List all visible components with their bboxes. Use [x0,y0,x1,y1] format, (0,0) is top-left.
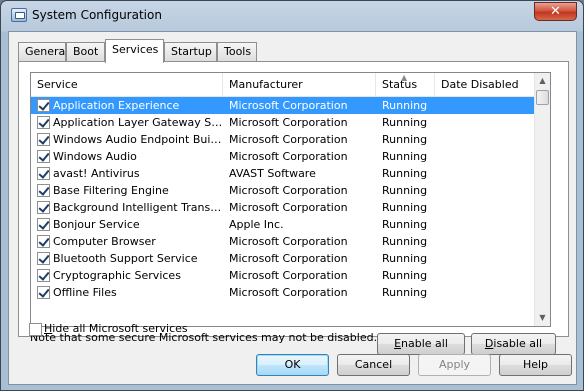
table-row[interactable]: Computer Browser Microsoft Corporation Run… [31,233,537,250]
title-bar[interactable]: System Configuration ✕ [1,1,583,31]
status-cell: Running [382,133,428,146]
service-checkbox[interactable] [37,184,50,197]
hide-microsoft-services-label: Hide all Microsoft services [44,321,188,337]
service-name-cell: avast! Antivirus [53,167,140,180]
scroll-up-icon[interactable]: ▲ [535,73,550,89]
service-checkbox[interactable] [37,116,50,129]
tab-general[interactable]: General [18,42,68,62]
table-row[interactable]: Application Layer Gateway Service Microso… [31,114,537,131]
service-name-cell: Application Experience [53,99,180,112]
close-button[interactable]: ✕ [534,2,577,21]
services-panel: Service Manufacturer ▲ Status Date Disabl… [18,61,569,355]
service-name-cell: Background Intelligent Transfer ... [53,201,223,214]
manufacturer-cell: Microsoft Corporation [229,252,348,265]
status-cell: Running [382,235,428,248]
table-row[interactable]: Application Experience Microsoft Corporat… [31,97,537,114]
column-header-date-disabled[interactable]: Date Disabled [435,73,537,97]
services-list[interactable]: Service Manufacturer ▲ Status Date Disabl… [30,72,551,327]
table-row[interactable]: Base Filtering Engine Microsoft Corporati… [31,182,537,199]
manufacturer-cell: Microsoft Corporation [229,99,348,112]
cancel-button[interactable]: Cancel [337,354,410,376]
ok-button[interactable]: OK [256,354,329,376]
table-row[interactable]: Background Intelligent Transfer ... Micro… [31,199,537,216]
manufacturer-cell: AVAST Software [229,167,316,180]
manufacturer-cell: Microsoft Corporation [229,150,348,163]
service-name-cell: Bonjour Service [53,218,140,231]
column-header-status-label: Status [382,78,418,91]
column-header-status[interactable]: ▲ Status [376,73,435,97]
table-row[interactable]: Bluetooth Support Service Microsoft Corpo… [31,250,537,267]
tab-tools[interactable]: Tools [217,42,257,62]
manufacturer-cell: Microsoft Corporation [229,184,348,197]
column-header-manufacturer[interactable]: Manufacturer [223,73,376,97]
column-header-service[interactable]: Service [31,73,223,97]
help-button[interactable]: Help [499,354,572,376]
table-row[interactable]: Offline Files Microsoft Corporation Runnin… [31,284,537,301]
status-cell: Running [382,150,428,163]
enable-all-button[interactable]: Enable all [377,333,465,355]
service-name-cell: Computer Browser [53,235,156,248]
service-name-cell: Windows Audio Endpoint Builder [53,133,223,146]
window-title: System Configuration [32,8,162,22]
sort-ascending-icon: ▲ [401,73,408,82]
status-cell: Running [382,201,428,214]
hide-microsoft-services-checkbox[interactable] [29,323,42,336]
list-header: Service Manufacturer ▲ Status Date Disabl… [31,73,537,97]
apply-button[interactable]: Apply [418,354,491,376]
status-cell: Running [382,252,428,265]
status-cell: Running [382,218,428,231]
status-cell: Running [382,99,428,112]
status-cell: Running [382,167,428,180]
service-name-cell: Windows Audio [53,150,137,163]
table-row[interactable]: avast! Antivirus AVAST Software Running [31,165,537,182]
list-rows: Application Experience Microsoft Corporat… [31,97,537,301]
tab-boot[interactable]: Boot [66,42,105,62]
service-checkbox[interactable] [37,167,50,180]
service-name-cell: Application Layer Gateway Service [53,116,223,129]
service-name-cell: Offline Files [53,286,117,299]
service-checkbox[interactable] [37,201,50,214]
manufacturer-cell: Microsoft Corporation [229,116,348,129]
enable-all-label: nable all [401,337,448,350]
vertical-scrollbar[interactable]: ▲ ▼ [534,73,550,326]
manufacturer-cell: Microsoft Corporation [229,286,348,299]
system-configuration-window: System Configuration ✕ General Boot Serv… [0,0,584,391]
status-cell: Running [382,184,428,197]
service-name-cell: Bluetooth Support Service [53,252,198,265]
status-cell: Running [382,286,428,299]
enable-all-accelerator: E [394,337,402,350]
service-checkbox[interactable] [37,99,50,112]
hide-label-rest: ide all Microsoft services [52,322,188,335]
dialog-client-area: General Boot Services Startup Tools Serv… [8,31,577,385]
msconfig-icon [11,8,27,22]
manufacturer-cell: Microsoft Corporation [229,133,348,146]
scroll-thumb[interactable] [536,90,549,105]
table-row[interactable]: Cryptographic Services Microsoft Corporat… [31,267,537,284]
service-checkbox[interactable] [37,133,50,146]
service-checkbox[interactable] [37,218,50,231]
table-row[interactable]: Windows Audio Endpoint Builder Microsoft … [31,131,537,148]
tab-startup[interactable]: Startup [164,42,217,62]
service-name-cell: Cryptographic Services [53,269,181,282]
service-checkbox[interactable] [37,235,50,248]
table-row[interactable]: Bonjour Service Apple Inc. Running [31,216,537,233]
manufacturer-cell: Microsoft Corporation [229,269,348,282]
status-cell: Running [382,116,428,129]
tab-services[interactable]: Services [105,39,164,63]
manufacturer-cell: Microsoft Corporation [229,201,348,214]
table-row[interactable]: Windows Audio Microsoft Corporation Runnin… [31,148,537,165]
scroll-down-icon[interactable]: ▼ [535,310,550,326]
service-checkbox[interactable] [37,150,50,163]
disable-all-button[interactable]: Disable all [471,333,556,355]
service-checkbox[interactable] [37,286,50,299]
service-checkbox[interactable] [37,252,50,265]
service-checkbox[interactable] [37,269,50,282]
manufacturer-cell: Microsoft Corporation [229,235,348,248]
status-cell: Running [382,269,428,282]
manufacturer-cell: Apple Inc. [229,218,284,231]
service-name-cell: Base Filtering Engine [53,184,169,197]
disable-all-label: isable all [493,337,543,350]
